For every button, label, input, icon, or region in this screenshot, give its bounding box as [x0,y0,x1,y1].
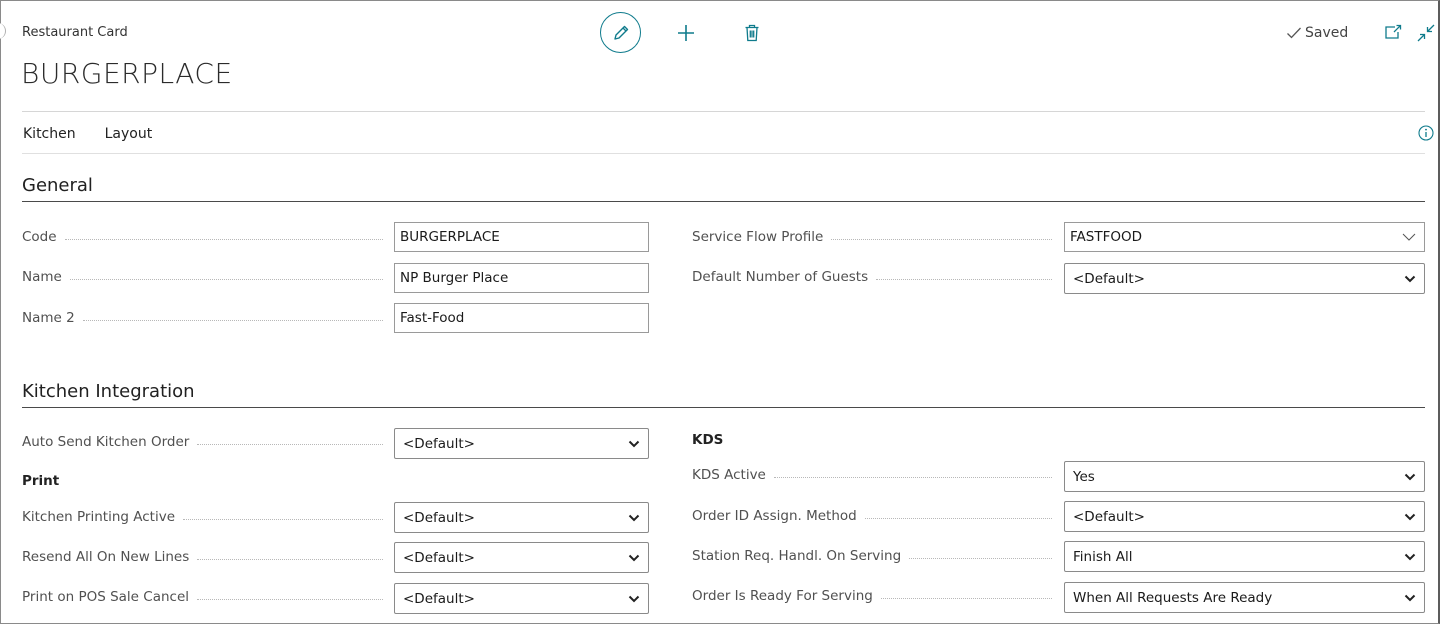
auto-send-kitchen-order-select[interactable]: <Default> [394,428,649,459]
edit-button[interactable] [600,12,641,53]
chevron-down-icon [1404,513,1416,520]
service-flow-profile-value: FASTFOOD [1070,229,1142,245]
info-button[interactable] [1417,124,1435,142]
collapse-button[interactable] [1415,22,1437,44]
order-id-assign-method-label: Order ID Assign. Method [692,508,1056,524]
default-number-of-guests-select[interactable]: <Default> [1064,263,1425,294]
action-bar-divider [22,153,1425,154]
resend-all-on-new-lines-label: Resend All On New Lines [22,549,387,565]
section-kitchen-integration-title[interactable]: Kitchen Integration [22,381,195,402]
kds-active-select[interactable]: Yes [1064,461,1425,492]
page-type-caption: Restaurant Card [22,25,128,40]
checkmark-icon [1287,27,1301,39]
name-label: Name [22,269,387,285]
order-id-assign-method-select[interactable]: <Default> [1064,501,1425,532]
order-is-ready-for-serving-label: Order Is Ready For Serving [692,588,1056,604]
name2-label: Name 2 [22,310,387,326]
name-field[interactable]: NP Burger Place [394,263,649,293]
restaurant-card-page: Restaurant Card BURGERPLACE Saved Kitche… [0,0,1440,624]
delete-button[interactable] [740,21,764,45]
info-icon [1418,125,1434,141]
new-button[interactable] [674,21,698,45]
chevron-down-icon [628,554,640,561]
action-bar: Kitchen Layout [23,126,152,142]
kitchen-printing-active-label: Kitchen Printing Active [22,509,387,525]
chevron-down-icon [628,440,640,447]
kds-group-label: KDS [692,432,724,448]
name2-field[interactable]: Fast-Food [394,303,649,333]
code-field[interactable]: BURGERPLACE [394,222,649,252]
auto-send-kitchen-order-label: Auto Send Kitchen Order [22,434,387,450]
side-panel-handle[interactable] [0,23,6,39]
pencil-icon [613,25,628,40]
chevron-down-icon [1404,275,1416,282]
code-label: Code [22,229,387,245]
default-number-of-guests-label: Default Number of Guests [692,269,1056,285]
saved-status: Saved [1286,25,1348,41]
station-req-handl-on-serving-select[interactable]: Finish All [1064,541,1425,572]
section-general-rule [22,201,1425,202]
section-kitchen-integration-rule [22,407,1425,408]
saved-status-label: Saved [1305,25,1349,41]
page-title: BURGERPLACE [21,57,233,90]
chevron-down-icon [1404,594,1416,601]
service-flow-profile-label: Service Flow Profile [692,229,1056,245]
header-divider [22,111,1425,112]
chevron-down-icon [628,595,640,602]
order-is-ready-for-serving-select[interactable]: When All Requests Are Ready [1064,582,1425,613]
plus-icon [678,25,694,41]
kitchen-printing-active-select[interactable]: <Default> [394,502,649,533]
collapse-icon [1417,24,1435,42]
chevron-down-icon [1402,233,1416,241]
trash-icon [745,24,759,42]
print-group-label: Print [22,473,60,489]
open-in-new-window-icon [1385,24,1402,39]
chevron-down-icon [1404,553,1416,560]
chevron-down-icon [1404,473,1416,480]
open-new-window-button[interactable] [1383,22,1403,42]
station-req-handl-on-serving-label: Station Req. Handl. On Serving [692,548,1056,564]
print-on-pos-sale-cancel-select[interactable]: <Default> [394,583,649,614]
resend-all-on-new-lines-select[interactable]: <Default> [394,542,649,573]
kds-active-label: KDS Active [692,467,1056,483]
section-general-title[interactable]: General [22,175,93,196]
service-flow-profile-lookup[interactable]: FASTFOOD [1064,222,1425,252]
action-kitchen[interactable]: Kitchen [23,126,76,142]
print-on-pos-sale-cancel-label: Print on POS Sale Cancel [22,589,387,605]
chevron-down-icon [628,514,640,521]
action-layout[interactable]: Layout [105,126,153,142]
